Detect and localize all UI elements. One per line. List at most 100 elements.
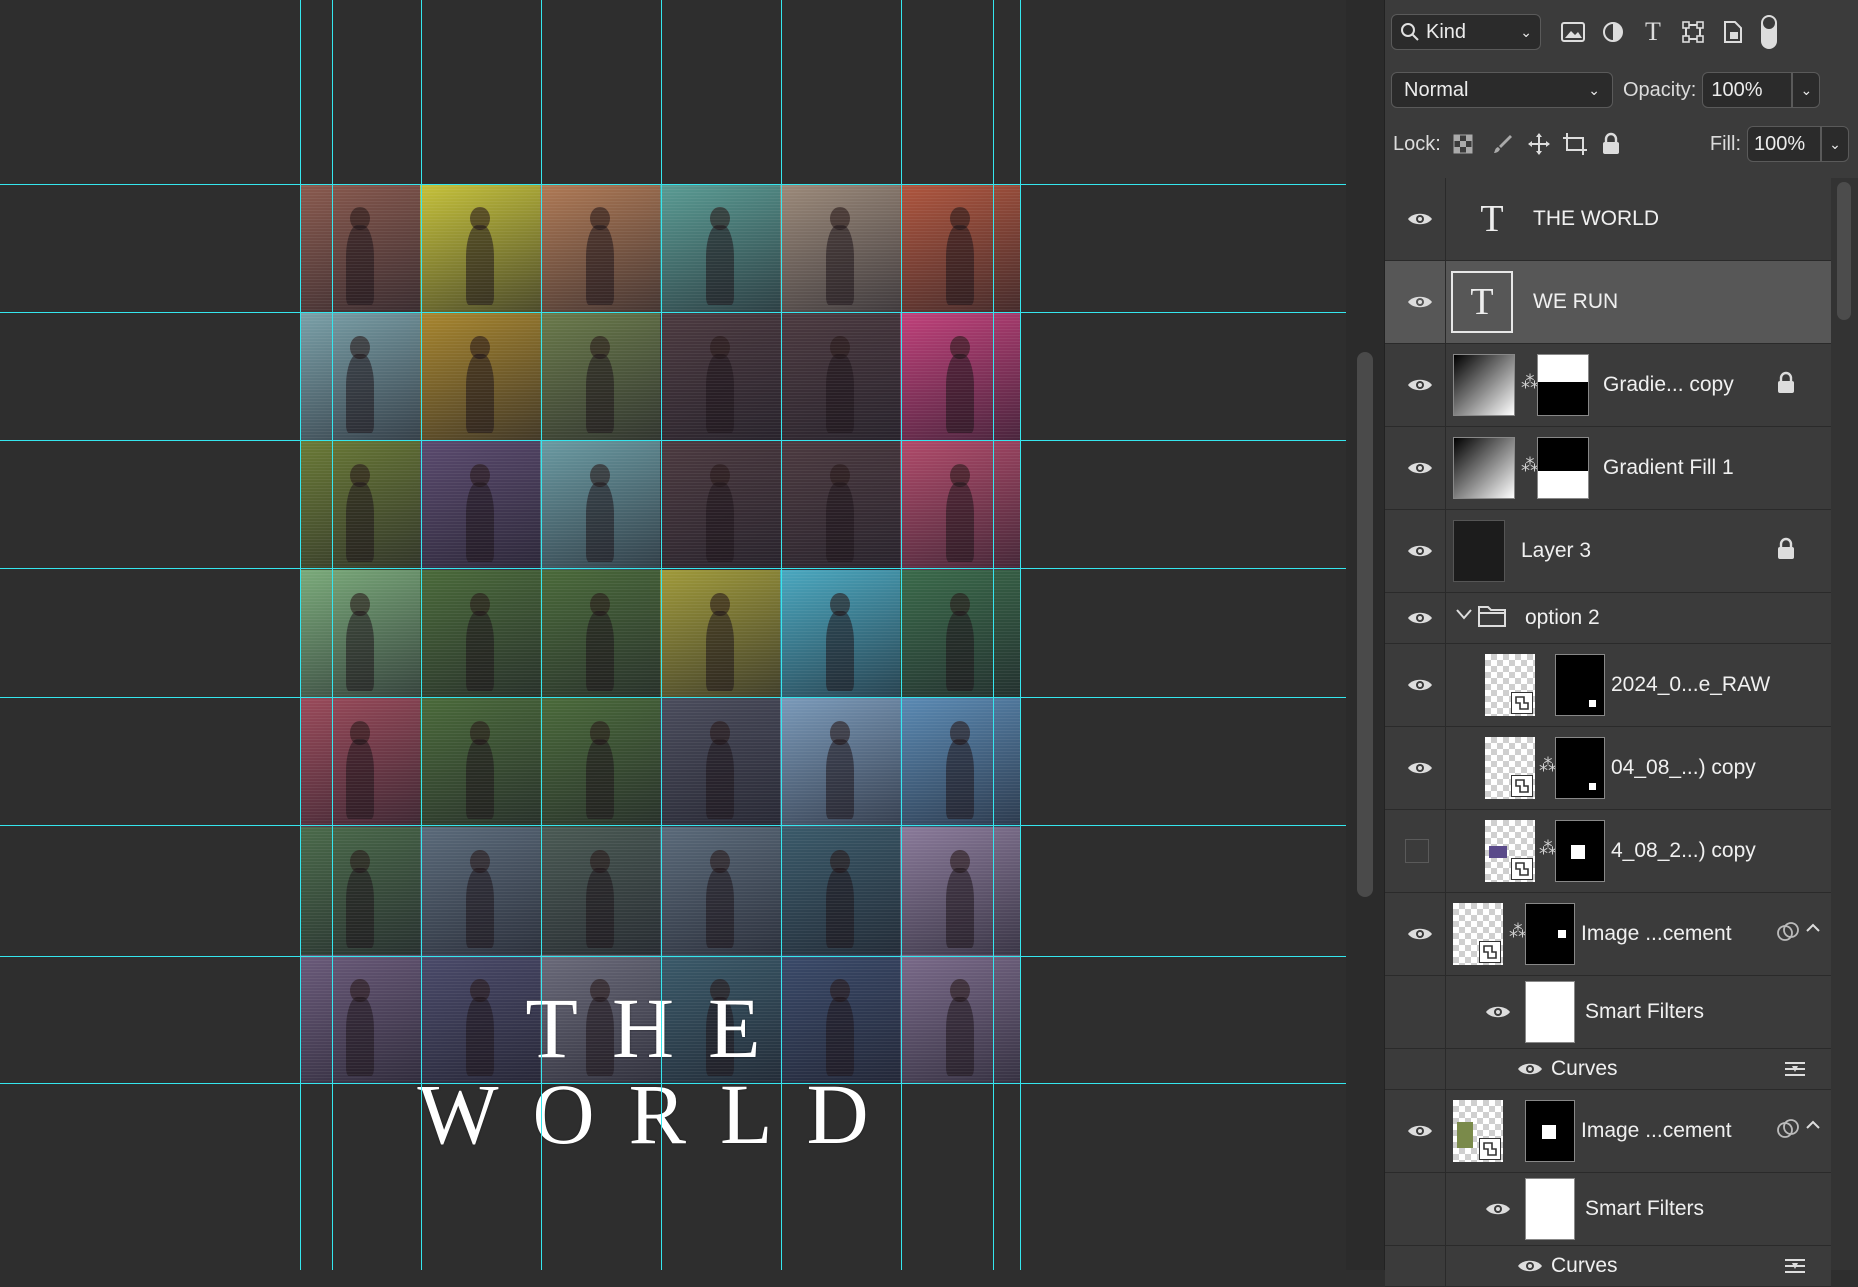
visibility-eye-icon[interactable] [1513,1249,1547,1283]
guide-vertical[interactable] [300,0,301,1270]
layer-row-selected[interactable]: T WE RUN [1385,261,1831,344]
layer-thumbnail [1453,520,1505,582]
smart-filters-row[interactable]: Smart Filters [1385,1173,1831,1246]
filter-blending-options-icon[interactable] [1783,1059,1807,1084]
visibility-eye-icon[interactable] [1403,368,1437,402]
guide-vertical[interactable] [541,0,542,1270]
layer-row[interactable]: Layer 3 [1385,510,1831,593]
layer-group-row[interactable]: option 2 [1385,593,1831,644]
layer-name: Image ...cement [1581,922,1732,945]
layer-mask-thumbnail [1537,354,1589,416]
lock-image-pixels-icon[interactable] [1485,126,1521,162]
guide-horizontal[interactable] [0,825,1346,826]
lock-artboard-icon[interactable] [1557,126,1593,162]
lock-all-icon[interactable] [1593,126,1629,162]
filter-adjustment-layer-icon[interactable] [1595,14,1631,50]
smart-filter-curves-row[interactable]: Curves [1385,1049,1831,1090]
collage-photo-tile [540,569,660,699]
visibility-toggle-off[interactable] [1405,839,1429,863]
layer-row[interactable]: ⁂ 4_08_2...) copy [1385,810,1831,893]
collage-photo-tile [900,441,1020,570]
layer-row[interactable]: 2024_0...e_RAW [1385,644,1831,727]
visibility-eye-icon[interactable] [1403,1114,1437,1148]
smart-filters-row[interactable]: Smart Filters [1385,976,1831,1049]
layer-row[interactable]: ⁂ Gradient Fill 1 [1385,427,1831,510]
smart-object-thumbnail [1485,820,1535,882]
fill-dropdown-button[interactable]: ⌄ [1821,126,1849,162]
layers-scrollbar[interactable] [1831,178,1858,1270]
layer-row[interactable]: T THE WORLD [1385,178,1831,261]
guide-vertical[interactable] [332,0,333,1270]
smart-object-badge-icon [1511,692,1533,714]
layer-name: Gradient Fill 1 [1603,456,1734,479]
visibility-eye-icon[interactable] [1403,668,1437,702]
filter-smart-object-icon[interactable] [1715,14,1751,50]
opacity-dropdown-button[interactable]: ⌄ [1792,72,1821,108]
smart-filter-mask-thumbnail [1525,981,1575,1043]
opacity-input[interactable]: 100% [1702,72,1793,108]
filter-type-layer-icon[interactable]: T [1635,14,1671,50]
guide-horizontal[interactable] [0,312,1346,313]
guide-horizontal[interactable] [0,1083,1346,1084]
chevron-down-icon[interactable] [1455,605,1473,628]
layer-row[interactable]: ⁂ Image ...cement [1385,893,1831,976]
visibility-eye-icon[interactable] [1403,451,1437,485]
collage-photo-tile [780,826,900,956]
guide-vertical[interactable] [661,0,662,1270]
collage-artboard[interactable] [300,184,1020,1084]
smart-filter-curves-row[interactable]: Curves [1385,1246,1831,1287]
visibility-eye-icon[interactable] [1403,285,1437,319]
layers-scrollbar-thumb[interactable] [1837,182,1851,320]
collage-photo-tile [300,698,420,827]
filter-blending-options-icon[interactable] [1783,1256,1807,1281]
layer-row[interactable]: ⁂ 04_08_...) copy [1385,727,1831,810]
guide-vertical[interactable] [781,0,782,1270]
visibility-eye-icon[interactable] [1403,534,1437,568]
guide-horizontal[interactable] [0,440,1346,441]
guide-vertical[interactable] [993,0,994,1270]
filter-kind-select[interactable]: Kind ⌄ [1391,14,1541,50]
chevron-up-icon[interactable] [1805,921,1821,940]
filter-toggle-switch[interactable] [1761,15,1777,49]
collage-photo-tile [540,698,660,827]
opacity-value: 100% [1711,78,1763,101]
visibility-eye-icon[interactable] [1403,601,1437,635]
gradient-fill-thumbnail [1453,437,1515,499]
lock-transparent-pixels-icon[interactable] [1445,126,1481,162]
collage-photo-tile [420,826,540,956]
visibility-eye-icon[interactable] [1403,917,1437,951]
guide-vertical[interactable] [421,0,422,1270]
chevron-up-icon[interactable] [1805,1118,1821,1137]
lock-position-icon[interactable] [1521,126,1557,162]
chevron-down-icon: ⌄ [1520,23,1532,40]
collage-photo-tile [660,312,780,442]
guide-vertical[interactable] [901,0,902,1270]
guide-vertical[interactable] [1020,0,1021,1270]
visibility-eye-icon[interactable] [1513,1052,1547,1086]
blend-mode-select[interactable]: Normal ⌄ [1391,72,1613,108]
canvas-scrollbar[interactable] [1346,0,1384,1270]
guide-horizontal[interactable] [0,697,1346,698]
collage-photo-tile [300,312,420,442]
visibility-eye-icon[interactable] [1481,1192,1515,1226]
guide-horizontal[interactable] [0,956,1346,957]
layer-row[interactable]: ⁂ Gradie... copy [1385,344,1831,427]
visibility-eye-icon[interactable] [1481,995,1515,1029]
layer-mask-thumbnail [1555,737,1605,799]
visibility-eye-icon[interactable] [1403,751,1437,785]
visibility-eye-icon[interactable] [1403,202,1437,236]
filter-shape-layer-icon[interactable] [1675,14,1711,50]
guide-horizontal[interactable] [0,184,1346,185]
fill-input[interactable]: 100% [1747,126,1821,162]
layer-name: WE RUN [1533,290,1619,313]
filter-pixel-layer-icon[interactable] [1555,14,1591,50]
guide-horizontal[interactable] [0,568,1346,569]
layers-panel: Kind ⌄ T Normal ⌄ Opacity: 100% ⌄ Lock: … [1384,0,1858,1287]
collage-photo-tile [900,569,1020,699]
collage-photo-tile [540,826,660,956]
document-canvas[interactable]: THE WORLD [0,0,1346,1270]
layer-row[interactable]: Image ...cement [1385,1090,1831,1173]
canvas-scrollbar-thumb[interactable] [1357,352,1373,897]
lock-label: Lock: [1393,132,1441,155]
collage-photo-tile [300,184,420,313]
